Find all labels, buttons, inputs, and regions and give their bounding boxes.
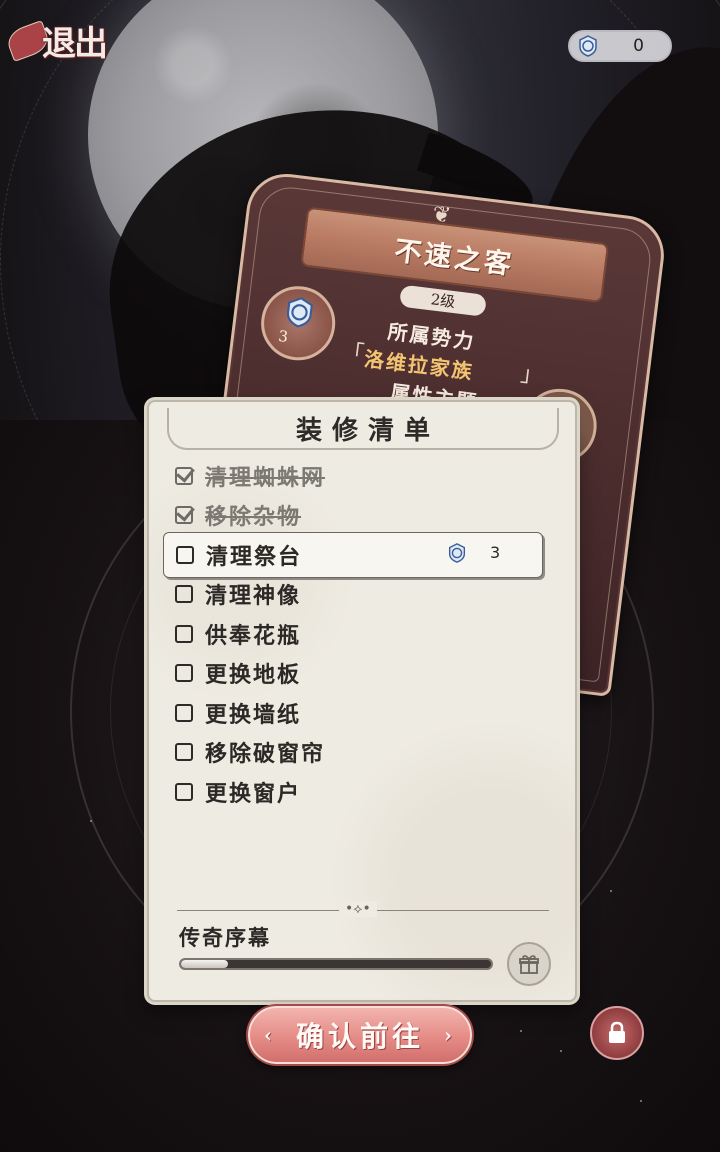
gift-button[interactable] (507, 942, 551, 986)
sparkle (560, 1050, 562, 1052)
task-label: 移除杂物 (205, 504, 302, 530)
bracket-open-icon: 「 (340, 339, 366, 368)
task-label: 清理祭台 (206, 544, 303, 570)
task-item[interactable]: 更换窗户 (163, 772, 543, 812)
exit-button[interactable]: 退出 (4, 16, 118, 64)
checkbox-checked-icon[interactable] (175, 506, 193, 524)
task-label: 更换窗户 (205, 781, 302, 807)
task-item[interactable]: 清理蜘蛛网 (163, 456, 543, 496)
sparkle (90, 820, 92, 822)
task-label: 清理蜘蛛网 (205, 465, 326, 491)
gift-icon (519, 955, 539, 974)
exit-label: 退出 (42, 23, 108, 64)
panel-title: 装修清单 (295, 415, 440, 446)
task-item[interactable]: 移除破窗帘 (163, 732, 543, 772)
task-item-selected[interactable]: 清理祭台 3 (163, 532, 543, 578)
chevron-left-icon: ‹ (264, 1023, 276, 1047)
sparkle (610, 890, 612, 892)
task-label: 更换墙纸 (205, 702, 302, 728)
legend-progress-fill (181, 960, 228, 968)
lock-button[interactable] (590, 1006, 644, 1060)
task-item[interactable]: 更换墙纸 (163, 693, 543, 733)
sparkle (640, 1100, 642, 1102)
checkbox-icon[interactable] (175, 743, 193, 761)
task-cost-value: 3 (490, 543, 501, 562)
checkbox-checked-icon[interactable] (175, 467, 193, 485)
legend-progress-bar (179, 958, 493, 970)
chevron-right-icon: › (444, 1023, 456, 1047)
checkbox-icon[interactable] (175, 783, 193, 801)
currency-value: 0 (633, 36, 644, 56)
task-label: 移除破窗帘 (205, 741, 326, 767)
bracket-close-icon: 」 (519, 361, 544, 390)
task-item[interactable]: 供奉花瓶 (163, 614, 543, 654)
checkbox-icon[interactable] (175, 664, 193, 682)
card-title: 不速之客 (392, 235, 516, 281)
confirm-go-button[interactable]: ‹ 确认前往 › (248, 1006, 472, 1064)
checkbox-icon[interactable] (176, 546, 194, 564)
task-item[interactable]: 清理神像 (163, 574, 543, 614)
badge-icon (286, 297, 313, 328)
task-label: 清理神像 (205, 583, 302, 609)
panel-header: 装修清单 (167, 408, 559, 450)
checkbox-icon[interactable] (175, 585, 193, 603)
checkbox-icon[interactable] (175, 625, 193, 643)
sparkle (520, 1030, 522, 1032)
confirm-go-label: 确认前往 (295, 1020, 424, 1053)
renovation-checklist-panel: 装修清单 清理蜘蛛网 移除杂物 清理祭台 3 清理神像 供奉花瓶 更换地板 更换… (147, 400, 577, 1002)
lock-icon (609, 1021, 625, 1043)
task-item[interactable]: 移除杂物 (163, 495, 543, 535)
badge-icon (448, 543, 466, 563)
task-label: 供奉花瓶 (205, 623, 302, 649)
legend-progress-title: 传奇序幕 (179, 925, 271, 950)
checkbox-icon[interactable] (175, 704, 193, 722)
divider-ornament-icon: •⟡• (339, 901, 377, 917)
currency-counter[interactable]: 0 (568, 30, 672, 62)
badge-icon (579, 35, 597, 57)
card-medal-value: 3 (277, 326, 290, 347)
task-item[interactable]: 更换地板 (163, 653, 543, 693)
task-label: 更换地板 (205, 662, 302, 688)
